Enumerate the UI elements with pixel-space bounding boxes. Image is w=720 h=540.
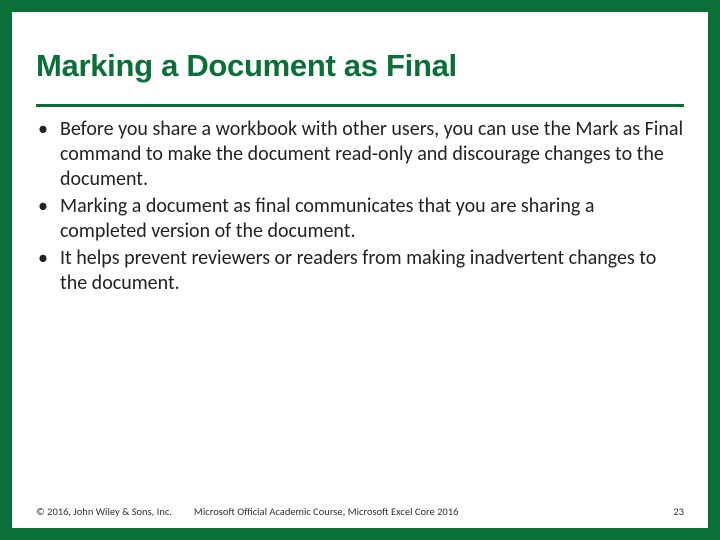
footer-left: © 2016, John Wiley & Sons, Inc. Microsof… — [36, 505, 458, 518]
title-underline — [36, 104, 684, 107]
bullet-icon: • — [38, 194, 60, 219]
slide-title: Marking a Document as Final — [36, 48, 684, 90]
list-item: • Before you share a workbook with other… — [38, 117, 684, 192]
bullet-text: Before you share a workbook with other u… — [60, 117, 684, 192]
list-item: • It helps prevent reviewers or readers … — [38, 246, 684, 296]
page-number: 23 — [673, 505, 684, 518]
list-item: • Marking a document as final communicat… — [38, 194, 684, 244]
bullet-text: It helps prevent reviewers or readers fr… — [60, 246, 684, 296]
bullet-text: Marking a document as final communicates… — [60, 194, 684, 244]
slide-footer: © 2016, John Wiley & Sons, Inc. Microsof… — [36, 505, 684, 518]
slide-body: Marking a Document as Final • Before you… — [12, 12, 708, 528]
footer-copyright: © 2016, John Wiley & Sons, Inc. — [36, 505, 172, 518]
bullet-icon: • — [38, 117, 60, 142]
slide-border: Marking a Document as Final • Before you… — [0, 0, 720, 540]
bullet-list: • Before you share a workbook with other… — [38, 117, 684, 296]
footer-course: Microsoft Official Academic Course, Micr… — [194, 505, 458, 518]
bullet-icon: • — [38, 246, 60, 271]
